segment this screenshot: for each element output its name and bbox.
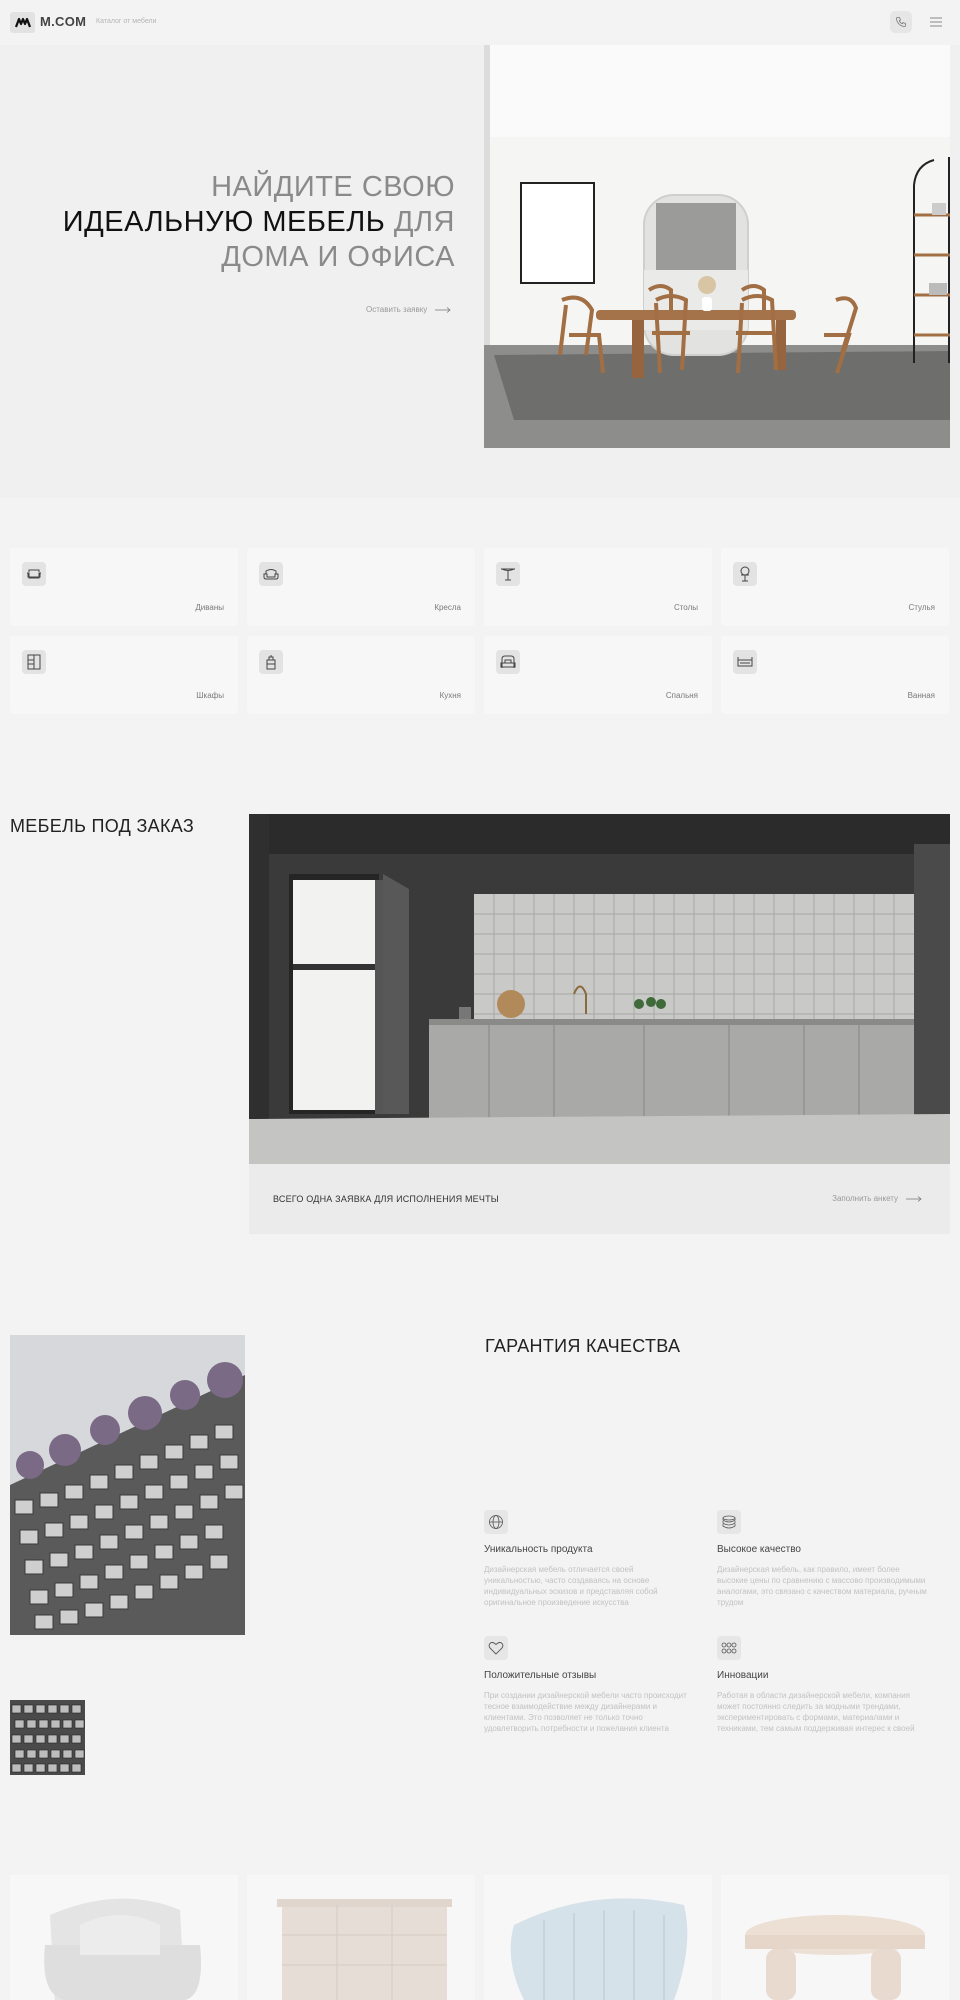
category-label: Ванная	[907, 691, 935, 700]
architecture-thumbnail	[10, 1700, 85, 1775]
category-label: Кресла	[434, 603, 461, 612]
category-label: Диваны	[195, 603, 224, 612]
hero-title-line2-light: ДЛЯ	[393, 206, 455, 238]
category-card-tables[interactable]: Столы	[484, 548, 712, 626]
header: M.COM Каталог от мебели	[0, 0, 960, 45]
feature-uniqueness: Уникальность продукта Дизайнерская мебел…	[484, 1510, 694, 1608]
feature-title: Инновации	[717, 1670, 769, 1681]
kitchen-image	[249, 814, 950, 1164]
layers-icon	[717, 1510, 741, 1534]
wardrobe-icon	[22, 650, 46, 674]
category-card-sofas[interactable]: Диваны	[10, 548, 238, 626]
feature-text: Дизайнерская мебель отличается своей уни…	[484, 1565, 658, 1607]
category-card-bedroom[interactable]: Спальня	[484, 636, 712, 714]
category-card-bathroom[interactable]: Ванная	[721, 636, 949, 714]
feature-title: Положительные отзывы	[484, 1670, 597, 1681]
chair-icon	[733, 562, 757, 586]
logo-icon[interactable]	[10, 12, 35, 33]
hero-cta-link[interactable]: Оставить заявку	[366, 305, 451, 314]
feature-high-quality: Высокое качество Дизайнерская мебель, ка…	[717, 1510, 927, 1608]
feature-text: Дизайнерская мебель, как правило, имеет …	[717, 1565, 927, 1607]
hero-cta-label: Оставить заявку	[366, 305, 428, 314]
feature-title: Уникальность продукта	[484, 1544, 593, 1555]
arrow-right-icon	[435, 306, 451, 313]
hero-image-dining-room	[484, 45, 950, 448]
fill-form-link[interactable]: Заполнить анкету	[832, 1194, 922, 1203]
product-card-sofa[interactable]	[484, 1875, 712, 2000]
grid-icon	[717, 1636, 741, 1660]
category-label: Кухня	[439, 691, 461, 700]
brand-tagline: Каталог от мебели	[96, 18, 157, 25]
hamburger-icon	[930, 17, 942, 27]
custom-bar-text: ВСЕГО ОДНА ЗАЯВКА ДЛЯ ИСПОЛНЕНИЯ МЕЧТЫ	[273, 1194, 499, 1204]
hero-title-emphasis: ИДЕАЛЬНУЮ МЕБЕЛЬ	[62, 206, 386, 238]
category-card-armchairs[interactable]: Кресла	[247, 548, 475, 626]
brand-name[interactable]: M.COM	[40, 14, 86, 29]
quality-section-title: ГАРАНТИЯ КАЧЕСТВА	[485, 1336, 681, 1356]
architecture-image	[10, 1335, 245, 1635]
hero-title: НАЙДИТЕ СВОЮ ИДЕАЛЬНУЮ МЕБЕЛЬ ДЛЯ ДОМА И…	[63, 170, 455, 275]
hero-title-line2: ИДЕАЛЬНУЮ МЕБЕЛЬ ДЛЯ	[63, 205, 455, 240]
feature-text: Работая в области дизайнерской мебели, к…	[717, 1691, 915, 1733]
feature-reviews: Положительные отзывы При создании дизайн…	[484, 1636, 694, 1734]
bath-icon	[733, 650, 757, 674]
table-icon	[496, 562, 520, 586]
bedroom-icon	[496, 650, 520, 674]
product-card-armchair[interactable]	[10, 1875, 238, 2000]
heart-icon	[484, 1636, 508, 1660]
feature-text: При создании дизайнерской мебели часто п…	[484, 1691, 687, 1733]
category-label: Шкафы	[196, 691, 224, 700]
category-label: Спальня	[665, 691, 698, 700]
phone-button[interactable]	[890, 11, 912, 33]
custom-request-bar: ВСЕГО ОДНА ЗАЯВКА ДЛЯ ИСПОЛНЕНИЯ МЕЧТЫ З…	[249, 1164, 950, 1234]
hero-title-line1: НАЙДИТЕ СВОЮ	[211, 171, 455, 203]
category-card-wardrobes[interactable]: Шкафы	[10, 636, 238, 714]
globe-icon	[484, 1510, 508, 1534]
menu-button[interactable]	[925, 11, 947, 33]
custom-section-title: МЕБЕЛЬ ПОД ЗАКАЗ	[10, 816, 195, 836]
feature-title: Высокое качество	[717, 1544, 801, 1555]
feature-innovation: Инновации Работая в области дизайнерской…	[717, 1636, 927, 1734]
armchair-icon	[259, 562, 283, 586]
category-label: Стулья	[908, 603, 935, 612]
fill-form-label: Заполнить анкету	[832, 1194, 898, 1203]
product-card-dresser[interactable]	[247, 1875, 475, 2000]
sofa-icon	[22, 562, 46, 586]
arrow-right-icon	[906, 1195, 922, 1202]
category-card-chairs[interactable]: Стулья	[721, 548, 949, 626]
product-card-coffee-table[interactable]	[721, 1875, 949, 2000]
phone-icon	[896, 17, 906, 27]
kitchen-icon	[259, 650, 283, 674]
category-label: Столы	[673, 603, 698, 612]
hero-title-line3: ДОМА И ОФИСА	[221, 241, 455, 273]
category-card-kitchen[interactable]: Кухня	[247, 636, 475, 714]
